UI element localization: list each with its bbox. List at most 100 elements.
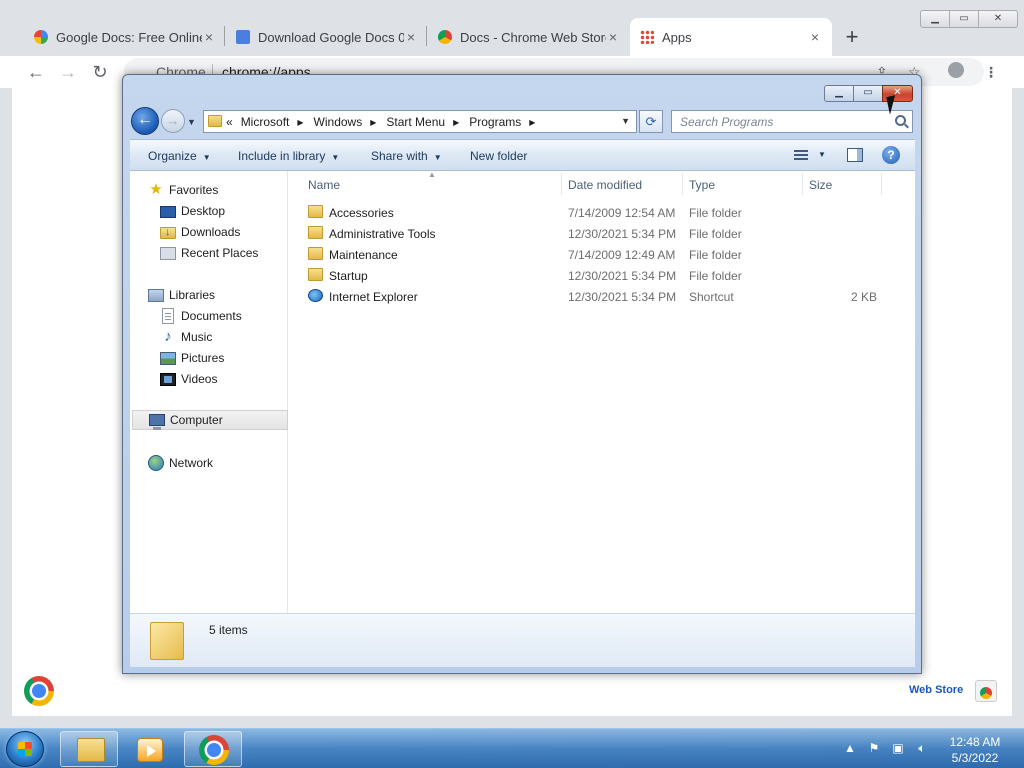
column-header-date-modified[interactable]: Date modified	[568, 171, 642, 197]
file-type: Shortcut	[689, 290, 734, 304]
maximize-button[interactable]: ▭	[853, 85, 883, 102]
close-button[interactable]: ✕	[978, 10, 1018, 28]
nav-network[interactable]: Network	[148, 453, 213, 473]
web-store-link[interactable]: Web Store	[909, 684, 963, 696]
nav-label: Computer	[170, 413, 223, 427]
file-date: 12/30/2021 5:34 PM	[568, 269, 677, 283]
address-history-dropdown-icon[interactable]: ▼	[621, 116, 630, 126]
view-options-icon[interactable]	[794, 150, 808, 161]
taskbar-chrome-button[interactable]	[184, 731, 242, 767]
clock[interactable]: 12:48 AM 5/3/2022	[940, 734, 1010, 766]
recent-pages-dropdown-icon[interactable]: ▼	[187, 117, 196, 127]
command-bar: Organize ▼ Include in library ▼ Share with…	[130, 139, 915, 171]
profile-avatar-icon[interactable]	[948, 62, 964, 78]
star-icon: ★	[149, 181, 163, 198]
tab-separator	[224, 26, 225, 46]
explorer-body: ★ Favorites Desktop Downloads Recent Plac…	[130, 170, 915, 613]
new-folder-button[interactable]: New folder	[470, 149, 527, 163]
include-in-library-label: Include in library	[238, 149, 326, 163]
breadcrumb-overflow[interactable]: «	[226, 115, 233, 129]
chrome-app-icon[interactable]	[24, 676, 54, 706]
network-status-icon[interactable]: ▣	[890, 741, 906, 756]
column-header-size[interactable]: Size	[809, 171, 832, 197]
chevron-down-icon: ▼	[202, 153, 211, 162]
music-icon: ♪	[164, 328, 172, 345]
reload-icon[interactable]: ↻	[88, 60, 112, 84]
minimize-button[interactable]: ▁	[824, 85, 854, 102]
tab-apps[interactable]: Apps ×	[630, 18, 832, 56]
address-row: ← → ▼ « Microsoft ▶ Windows ▶ Start Menu ▶ …	[131, 107, 915, 135]
tab-close-icon[interactable]: ×	[404, 29, 418, 45]
forward-button[interactable]: →	[161, 109, 185, 133]
file-row-accessories[interactable]: Accessories 7/14/2009 12:54 AM File fold…	[289, 202, 915, 223]
new-tab-button[interactable]: +	[840, 24, 864, 50]
file-name: Maintenance	[329, 248, 398, 262]
column-divider[interactable]	[682, 173, 683, 195]
nav-libraries[interactable]: Libraries	[148, 285, 215, 305]
view-options-dropdown-icon[interactable]: ▼	[818, 150, 826, 159]
breadcrumb-microsoft[interactable]: Microsoft	[241, 115, 290, 129]
computer-icon	[149, 414, 165, 430]
volume-icon[interactable]: 🔈︎	[914, 741, 930, 756]
share-with-button[interactable]: Share with ▼	[371, 149, 442, 163]
tab-close-icon[interactable]: ×	[808, 29, 822, 45]
more-menu-icon[interactable]: ⋮	[984, 64, 998, 81]
nav-music[interactable]: ♪ Music	[160, 327, 212, 347]
column-header-type[interactable]: Type	[689, 171, 715, 197]
nav-computer[interactable]: Computer	[132, 410, 288, 430]
help-icon[interactable]: ?	[882, 146, 900, 164]
navigation-pane: ★ Favorites Desktop Downloads Recent Plac…	[130, 171, 288, 613]
breadcrumb-arrow-icon[interactable]: ▶	[529, 118, 535, 129]
file-row-internet-explorer[interactable]: Internet Explorer 12/30/2021 5:34 PM Sho…	[289, 286, 915, 307]
breadcrumb-arrow-icon[interactable]: ▶	[297, 118, 303, 129]
nav-downloads[interactable]: Downloads	[160, 222, 240, 242]
nav-documents[interactable]: Documents	[160, 306, 242, 326]
tab-close-icon[interactable]: ×	[202, 29, 216, 45]
maximize-button[interactable]: ▭	[949, 10, 979, 28]
minimize-button[interactable]: ▁	[920, 10, 950, 28]
nav-pictures[interactable]: Pictures	[160, 348, 224, 368]
breadcrumb-bar[interactable]: « Microsoft ▶ Windows ▶ Start Menu ▶ Progra…	[203, 110, 637, 133]
forward-arrow-icon[interactable]: →	[56, 60, 80, 84]
preview-pane-icon[interactable]	[847, 148, 863, 162]
include-in-library-button[interactable]: Include in library ▼	[238, 149, 339, 163]
web-store-icon[interactable]	[975, 680, 997, 702]
file-row-startup[interactable]: Startup 12/30/2021 5:34 PM File folder	[289, 265, 915, 286]
column-divider[interactable]	[561, 173, 562, 195]
refresh-button[interactable]: ⟳	[639, 110, 663, 133]
taskbar-media-player-button[interactable]	[122, 731, 180, 767]
folder-icon	[308, 268, 323, 281]
nav-label: Favorites	[169, 183, 219, 197]
breadcrumb-start-menu[interactable]: Start Menu	[386, 115, 445, 129]
back-button[interactable]: ←	[131, 107, 159, 135]
folder-icon	[150, 622, 184, 660]
breadcrumb-arrow-icon[interactable]: ▶	[370, 118, 376, 129]
column-header-name[interactable]: Name	[308, 171, 340, 197]
organize-button[interactable]: Organize ▼	[148, 149, 211, 163]
breadcrumb-arrow-icon[interactable]: ▶	[453, 118, 459, 129]
search-input[interactable]: Search Programs	[671, 110, 913, 133]
nav-recent-places[interactable]: Recent Places	[160, 243, 258, 263]
file-type: File folder	[689, 206, 742, 220]
nav-favorites[interactable]: ★ Favorites	[148, 180, 218, 200]
breadcrumb-windows[interactable]: Windows	[314, 115, 363, 129]
start-button[interactable]	[6, 731, 44, 767]
taskbar-explorer-button[interactable]	[60, 731, 118, 767]
folder-icon	[77, 738, 105, 762]
back-arrow-icon[interactable]: ←	[24, 60, 48, 84]
file-row-maintenance[interactable]: Maintenance 7/14/2009 12:49 AM File fold…	[289, 244, 915, 265]
action-center-icon[interactable]: ⚑	[866, 741, 882, 756]
breadcrumb-programs[interactable]: Programs	[469, 115, 521, 129]
tab-close-icon[interactable]: ×	[606, 29, 620, 45]
file-date: 7/14/2009 12:49 AM	[568, 248, 676, 262]
tab-google-docs-free-online[interactable]: Google Docs: Free Online ×	[24, 18, 226, 56]
file-row-administrative-tools[interactable]: Administrative Tools 12/30/2021 5:34 PM …	[289, 223, 915, 244]
tab-download-google-docs[interactable]: Download Google Docs 0 ×	[226, 18, 428, 56]
column-divider[interactable]	[802, 173, 803, 195]
nav-videos[interactable]: Videos	[160, 369, 217, 389]
search-icon[interactable]	[895, 115, 906, 126]
tab-docs-chrome-web-store[interactable]: Docs - Chrome Web Store ×	[428, 18, 630, 56]
show-hidden-icons-icon[interactable]: ▲	[842, 741, 858, 756]
nav-desktop[interactable]: Desktop	[160, 201, 225, 221]
column-divider[interactable]	[881, 173, 882, 195]
